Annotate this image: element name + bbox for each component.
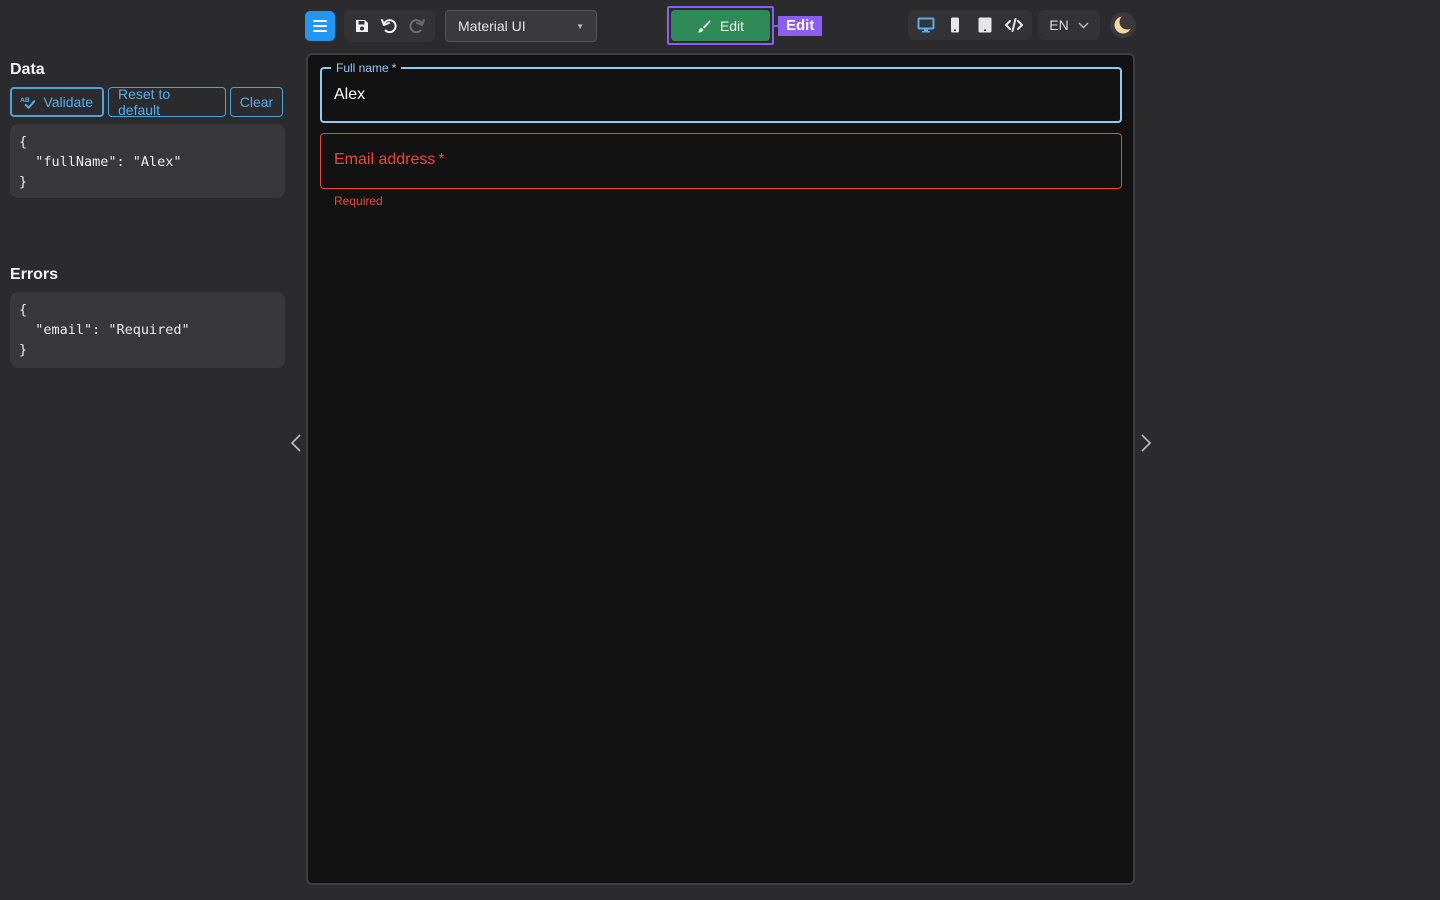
edit-button-label: Edit xyxy=(719,17,745,34)
validate-button[interactable]: AB Validate xyxy=(10,87,104,117)
moon-icon xyxy=(1114,15,1133,34)
language-value: EN xyxy=(1049,17,1069,33)
edit-highlight-tag: Edit xyxy=(772,16,823,36)
undo-button[interactable] xyxy=(376,13,402,39)
spellcheck-icon: AB xyxy=(20,97,36,109)
reset-to-default-button[interactable]: Reset to default xyxy=(108,86,226,118)
save-icon xyxy=(355,20,368,32)
full-name-field[interactable]: Full name * Alex xyxy=(320,61,1122,123)
chevron-left-icon xyxy=(290,434,301,452)
theme-select-value: Material UI xyxy=(458,18,526,34)
collapse-left-button[interactable] xyxy=(286,430,306,456)
svg-text:AB: AB xyxy=(20,97,30,104)
brush-icon xyxy=(697,19,711,32)
menu-button[interactable] xyxy=(305,11,335,41)
save-button[interactable] xyxy=(349,13,375,39)
undo-icon xyxy=(381,19,398,34)
email-label: Email address * xyxy=(334,151,445,169)
redo-button[interactable] xyxy=(404,13,430,39)
required-asterisk: * xyxy=(438,151,445,168)
form-preview: Full name * Alex Email address * Required xyxy=(306,53,1135,885)
desktop-icon xyxy=(917,17,935,33)
device-toolbar xyxy=(908,10,1032,40)
history-toolbar xyxy=(344,10,435,42)
caret-down-icon: ▼ xyxy=(576,21,584,31)
code-icon xyxy=(1005,18,1024,32)
collapse-right-button[interactable] xyxy=(1136,430,1156,456)
errors-section-title: Errors xyxy=(10,266,59,283)
code-view-button[interactable] xyxy=(1001,12,1027,38)
email-field[interactable]: Email address * xyxy=(320,133,1122,189)
errors-json-view: { "email": "Required" } xyxy=(10,292,285,368)
email-error-text: Required xyxy=(334,194,383,208)
language-select[interactable]: EN xyxy=(1038,10,1100,40)
clear-button[interactable]: Clear xyxy=(230,87,283,117)
chevron-down-icon xyxy=(1078,22,1089,28)
theme-toggle-button[interactable] xyxy=(1110,12,1136,38)
full-name-value: Alex xyxy=(334,86,366,103)
top-toolbar: Material UI ▼ Edit Edit EN xyxy=(0,0,1440,52)
email-label-text: Email address xyxy=(334,151,436,168)
tablet-view-button[interactable] xyxy=(972,12,998,38)
hamburger-icon xyxy=(313,20,327,32)
required-asterisk: * xyxy=(391,61,397,75)
full-name-label-text: Full name xyxy=(336,61,389,75)
data-json-view: { "fullName": "Alex" } xyxy=(10,124,285,198)
mobile-view-button[interactable] xyxy=(942,12,968,38)
edit-button[interactable]: Edit xyxy=(671,10,770,41)
tablet-icon xyxy=(978,17,992,33)
data-actions: AB Validate Reset to default Clear xyxy=(10,86,283,118)
validate-label: Validate xyxy=(43,94,93,110)
chevron-right-icon xyxy=(1141,434,1152,452)
data-section-title: Data xyxy=(10,61,45,78)
mobile-icon xyxy=(951,17,960,33)
full-name-label: Full name * xyxy=(331,61,402,75)
redo-icon xyxy=(409,19,426,34)
edit-highlight: Edit xyxy=(667,6,774,45)
desktop-view-button[interactable] xyxy=(913,12,939,38)
theme-select[interactable]: Material UI ▼ xyxy=(445,10,597,42)
